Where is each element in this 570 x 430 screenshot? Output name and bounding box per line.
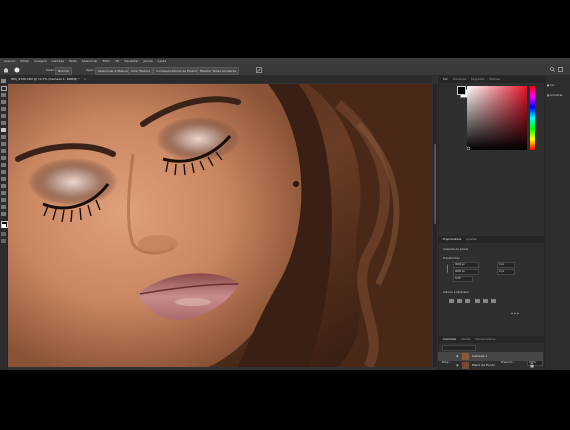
fg-color-swatch[interactable] — [457, 86, 466, 95]
tab-patterns[interactable]: Padrões — [489, 77, 500, 81]
history-brush-tool-icon[interactable] — [1, 142, 6, 146]
lock-icon — [530, 363, 534, 368]
menu-editar[interactable]: Editar — [20, 59, 29, 63]
layer-row[interactable]: ◉ Camada 1 — [438, 352, 543, 361]
properties-panel-tabs: Propriedades Ajustes — [439, 236, 544, 243]
gradient-tool-icon[interactable] — [1, 156, 6, 160]
visibility-eye-icon[interactable]: ◉ — [456, 361, 459, 370]
workspace-icon[interactable] — [558, 67, 563, 72]
y-field[interactable]: 0 px — [497, 269, 515, 275]
options-bar: Modo: Normal Opac.: Selecionar e Mascara… — [0, 65, 570, 76]
align-icons[interactable] — [449, 298, 509, 304]
palette-icon: ● — [547, 84, 550, 87]
visibility-eye-icon[interactable]: ◉ — [456, 352, 459, 361]
home-icon[interactable] — [3, 67, 9, 73]
quick-mask-icon[interactable] — [1, 232, 6, 236]
menu-camada[interactable]: Camada — [52, 59, 64, 63]
brush-tool-icon[interactable] — [14, 67, 20, 73]
menu-texto[interactable]: Texto — [69, 59, 77, 63]
eyedropper-tool-icon[interactable] — [1, 114, 6, 118]
tools-panel — [0, 76, 8, 370]
marquee-tool-icon[interactable] — [1, 86, 7, 91]
path-select-tool-icon[interactable] — [1, 191, 6, 195]
canvas-area[interactable] — [8, 84, 432, 367]
panels-dock: Cor Amostras Degradês Padrões Propriedad… — [438, 76, 544, 370]
healing-tool-icon[interactable] — [1, 121, 6, 125]
lasso-tool-icon[interactable] — [1, 93, 6, 97]
more-options-icon[interactable] — [511, 312, 519, 315]
photoshop-window: Arquivo Editar Imagem Camada Texto Selec… — [0, 58, 570, 370]
hand-tool-icon[interactable] — [1, 205, 6, 209]
height-field[interactable]: 4000 px — [453, 269, 479, 275]
menu-bar: Arquivo Editar Imagem Camada Texto Selec… — [0, 58, 570, 65]
layer-thumbnail — [462, 362, 469, 369]
menu-ajuda[interactable]: Ajuda — [158, 59, 167, 63]
blur-tool-icon[interactable] — [1, 163, 6, 167]
layer-name: Camada 1 — [472, 354, 488, 358]
document-title: IMG_9726.CR2 @ 14,7% (Camada 1, RGB/8) * — [11, 77, 80, 81]
collapsed-swatches-item[interactable]: ▦ Amostras — [547, 92, 569, 99]
video-frame: { "menubar": { "items": ["Arquivo","Edit… — [0, 0, 570, 430]
link-dimensions-icon[interactable] — [445, 264, 450, 273]
layer-row[interactable]: ◉ Plano de Fundo — [438, 361, 543, 370]
menu-selecionar[interactable]: Selecionar — [82, 59, 98, 63]
tab-properties[interactable]: Propriedades — [443, 237, 461, 241]
tab-gradients[interactable]: Degradês — [471, 77, 484, 81]
zoom-tool-icon[interactable] — [1, 212, 6, 216]
menu-arquivo[interactable]: Arquivo — [4, 59, 15, 63]
sample-all-layers-checkbox[interactable]: Mostrar Todas Amostras — [197, 67, 240, 75]
brush-tool-icon[interactable] — [1, 128, 6, 132]
layer-filter-field[interactable] — [442, 345, 476, 351]
crop-tool-icon[interactable] — [1, 107, 6, 111]
hue-slider[interactable] — [530, 86, 535, 150]
type-tool-icon[interactable] — [1, 184, 6, 188]
angle-field[interactable]: 0,00° — [453, 276, 473, 282]
width-field[interactable]: 3000 px — [453, 262, 479, 268]
color-picker-field[interactable] — [467, 86, 527, 150]
menu-imagem[interactable]: Imagem — [34, 59, 46, 63]
layer-type-label: Camada de pixels — [443, 247, 468, 251]
collapsed-swatches-label: Amostras — [550, 94, 563, 97]
mode-select[interactable]: Normal — [55, 67, 72, 75]
portrait-photo — [8, 84, 432, 367]
color-panel-tabs: Cor Amostras Degradês Padrões — [439, 76, 544, 83]
menu-visualizar[interactable]: Visualizar — [124, 59, 138, 63]
pressure-icon[interactable] — [256, 67, 262, 73]
tab-adjustments[interactable]: Ajustes — [466, 237, 476, 241]
document-tab[interactable]: IMG_9726.CR2 @ 14,7% (Camada 1, RGB/8) *… — [8, 76, 432, 83]
layer-thumbnail — [462, 353, 469, 360]
shape-tool-icon[interactable] — [1, 198, 6, 202]
collapsed-color-label: Cor — [550, 84, 555, 87]
layers-panel-tabs: Camadas Canais Demarcadores — [439, 336, 544, 343]
pen-tool-icon[interactable] — [1, 177, 6, 181]
transform-heading[interactable]: Transformar — [443, 256, 460, 260]
align-distribute-heading[interactable]: Alinhar e Distribuir — [443, 290, 469, 294]
dodge-tool-icon[interactable] — [1, 170, 6, 174]
collapsed-panels-strip: ● Cor ▦ Amostras — [544, 76, 570, 370]
canvas-vertical-scrollbar[interactable] — [433, 84, 437, 367]
screen-mode-icon[interactable] — [1, 239, 6, 243]
collapsed-color-item[interactable]: ● Cor — [547, 82, 569, 89]
tab-layers[interactable]: Camadas — [443, 337, 456, 341]
tab-channels[interactable]: Canais — [461, 337, 470, 341]
eraser-tool-icon[interactable] — [1, 149, 6, 153]
menu-3d[interactable]: 3D — [115, 59, 119, 63]
menu-janela[interactable]: Janela — [144, 59, 153, 63]
menu-filtro[interactable]: Filtro — [103, 59, 110, 63]
background-color-swatch[interactable] — [2, 224, 6, 228]
move-tool-icon[interactable] — [1, 79, 6, 83]
search-icon[interactable] — [550, 67, 555, 72]
quick-select-tool-icon[interactable] — [1, 100, 6, 104]
tab-color[interactable]: Cor — [443, 77, 448, 81]
close-tab-icon[interactable]: × — [84, 77, 87, 81]
x-field[interactable]: 0 px — [497, 262, 515, 268]
mode-label: Modo: — [46, 68, 56, 72]
tab-swatches[interactable]: Amostras — [453, 77, 466, 81]
create-texture-button[interactable]: Criar Textura — [128, 67, 154, 75]
tab-paths[interactable]: Demarcadores — [475, 337, 495, 341]
clone-stamp-tool-icon[interactable] — [1, 135, 6, 139]
layer-name: Plano de Fundo — [472, 363, 495, 367]
